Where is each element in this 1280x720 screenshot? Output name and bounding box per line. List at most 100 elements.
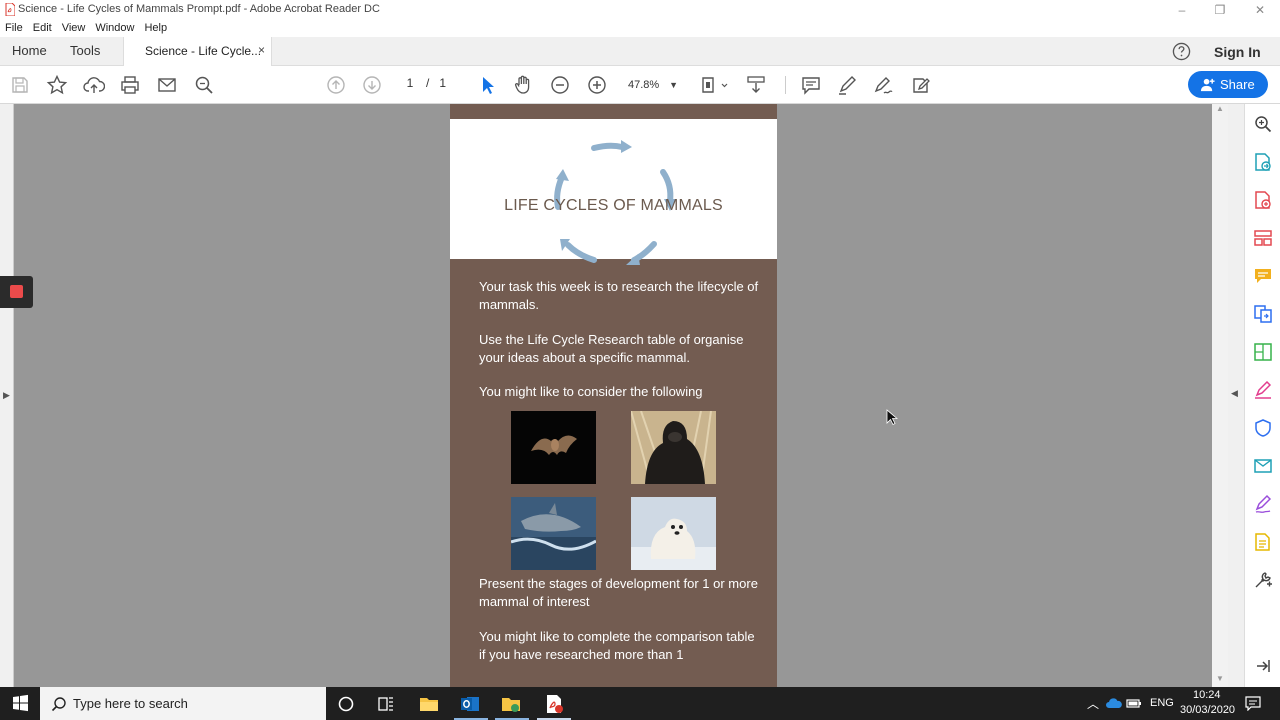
export-document-tool-button[interactable] (1253, 532, 1273, 552)
right-pane-toggle[interactable]: ◀ (1228, 104, 1244, 687)
close-icon: ✕ (1254, 3, 1266, 17)
zoom-out-button[interactable] (549, 74, 571, 96)
collapse-right-pane-icon[interactable]: ◀ (1231, 388, 1238, 399)
stop-recording-button[interactable] (0, 276, 33, 308)
shield-icon (1255, 419, 1271, 437)
cortana-button[interactable] (335, 693, 357, 715)
scroll-mode-button[interactable] (745, 74, 767, 96)
menu-file[interactable]: File (0, 20, 28, 37)
clock-time[interactable]: 10:24 (1193, 689, 1221, 701)
bookmark-star-button[interactable] (46, 74, 68, 96)
start-button[interactable] (0, 687, 40, 720)
share-button[interactable]: Share (1188, 71, 1268, 98)
left-navigation-pane[interactable]: ▶ (0, 104, 14, 687)
create-pdf-tool-button[interactable] (1253, 190, 1273, 210)
comparison-paragraph: You might like to complete the compariso… (479, 629, 755, 662)
comment-button[interactable] (800, 74, 822, 96)
upload-cloud-button[interactable] (83, 74, 105, 96)
menu-window[interactable]: Window (90, 20, 139, 37)
scroll-down-icon[interactable]: ▼ (1216, 674, 1224, 683)
action-center-icon[interactable] (1245, 696, 1261, 711)
windows-taskbar: Type here to search ︿ ENG 10:24 30/03/20… (0, 687, 1280, 720)
fill-sign-button[interactable] (910, 74, 932, 96)
expand-left-pane-icon[interactable]: ▶ (3, 390, 10, 401)
battery-icon[interactable] (1126, 698, 1142, 709)
save-button[interactable] (9, 74, 31, 96)
clock-date[interactable]: 30/03/2020 (1180, 704, 1235, 716)
gorilla-icon (631, 411, 716, 484)
mouse-cursor-icon (886, 409, 898, 426)
select-tool-button[interactable] (476, 74, 498, 96)
protect-tool-button[interactable] (1253, 418, 1273, 438)
more-tools-button[interactable] (1253, 570, 1273, 590)
outlook-button[interactable] (459, 693, 481, 715)
print-button[interactable] (119, 74, 141, 96)
language-indicator[interactable]: ENG (1150, 697, 1174, 709)
file-explorer-button[interactable] (418, 693, 440, 715)
acrobat-reader-button[interactable] (543, 693, 565, 715)
task-view-button[interactable] (375, 693, 397, 715)
send-for-review-tool-button[interactable] (1253, 456, 1273, 476)
dolphin-icon (511, 497, 596, 570)
help-icon[interactable] (1172, 42, 1191, 61)
close-window-button[interactable]: ✕ (1240, 0, 1280, 20)
taskbar-search-box[interactable]: Type here to search (40, 687, 326, 720)
comment-icon (802, 77, 820, 95)
highlight-button[interactable] (836, 74, 858, 96)
fill-sign-tool-button[interactable] (1253, 380, 1273, 400)
sign-in-link[interactable]: Sign In (1214, 44, 1261, 60)
explorer-window-button[interactable] (500, 693, 522, 715)
next-page-button[interactable] (361, 74, 383, 96)
page-number-input[interactable]: 1 (398, 76, 422, 90)
find-button[interactable] (193, 74, 215, 96)
draw-signature-button[interactable] (872, 74, 894, 96)
edit-pdf-tool-button[interactable] (1253, 342, 1273, 362)
comment-bubble-icon (1255, 269, 1271, 283)
show-hidden-icons-chevron[interactable]: ︿ (1087, 695, 1099, 712)
request-signatures-tool-button[interactable] (1253, 494, 1273, 514)
collapse-tools-pane-button[interactable] (1253, 656, 1273, 676)
title-bar: Science - Life Cycles of Mammals Prompt.… (0, 0, 1280, 20)
fill-sign-icon (1255, 380, 1272, 399)
menu-view[interactable]: View (57, 20, 91, 37)
present-paragraph: Present the stages of development for 1 … (479, 576, 758, 609)
scroll-up-icon[interactable]: ▲ (1216, 104, 1224, 113)
page-fit-icon (702, 77, 728, 93)
hand-tool-button[interactable] (512, 74, 534, 96)
organize-pages-tool-button[interactable] (1253, 228, 1273, 248)
menu-edit[interactable]: Edit (28, 20, 57, 37)
pen-sign-icon (874, 77, 893, 94)
previous-page-button[interactable] (325, 74, 347, 96)
onedrive-icon[interactable] (1106, 697, 1122, 709)
search-tool-button[interactable] (1253, 114, 1273, 134)
zoom-in-button[interactable] (586, 74, 608, 96)
menu-bar: File Edit View Window Help (0, 20, 1280, 37)
folder-sync-icon (502, 698, 520, 712)
email-button[interactable] (156, 74, 178, 96)
page-fit-button[interactable] (698, 74, 730, 96)
stop-icon (10, 285, 23, 298)
combine-files-tool-button[interactable] (1253, 304, 1273, 324)
add-person-icon (1200, 78, 1215, 92)
zoom-level-dropdown[interactable]: 47.8% ▼ (622, 75, 682, 95)
page-total: / 1 (426, 76, 447, 90)
export-pdf-tool-button[interactable] (1253, 152, 1273, 172)
scroll-mode-icon (747, 76, 765, 93)
export-pdf-icon (1255, 153, 1271, 171)
comment-tool-button[interactable] (1253, 266, 1273, 286)
polar-bear-photo (631, 497, 716, 570)
minimize-button[interactable]: – (1162, 0, 1202, 20)
tab-tools[interactable]: Tools (70, 37, 100, 66)
tab-document[interactable]: Science - Life Cycle... × (123, 37, 272, 66)
close-tab-icon[interactable]: × (258, 43, 265, 57)
arrow-down-circle-icon (363, 76, 381, 94)
hand-icon (514, 75, 530, 94)
tab-row: Home Tools Science - Life Cycle... × (0, 37, 1280, 66)
maximize-button[interactable]: ❐ (1200, 0, 1240, 20)
instruction-paragraph: Use the Life Cycle Research table of org… (479, 332, 744, 365)
menu-help[interactable]: Help (139, 20, 172, 37)
search-icon (51, 697, 66, 712)
plus-circle-icon (588, 76, 606, 94)
tab-home[interactable]: Home (12, 37, 47, 66)
vertical-scrollbar[interactable]: ▲ ▼ (1212, 104, 1228, 687)
